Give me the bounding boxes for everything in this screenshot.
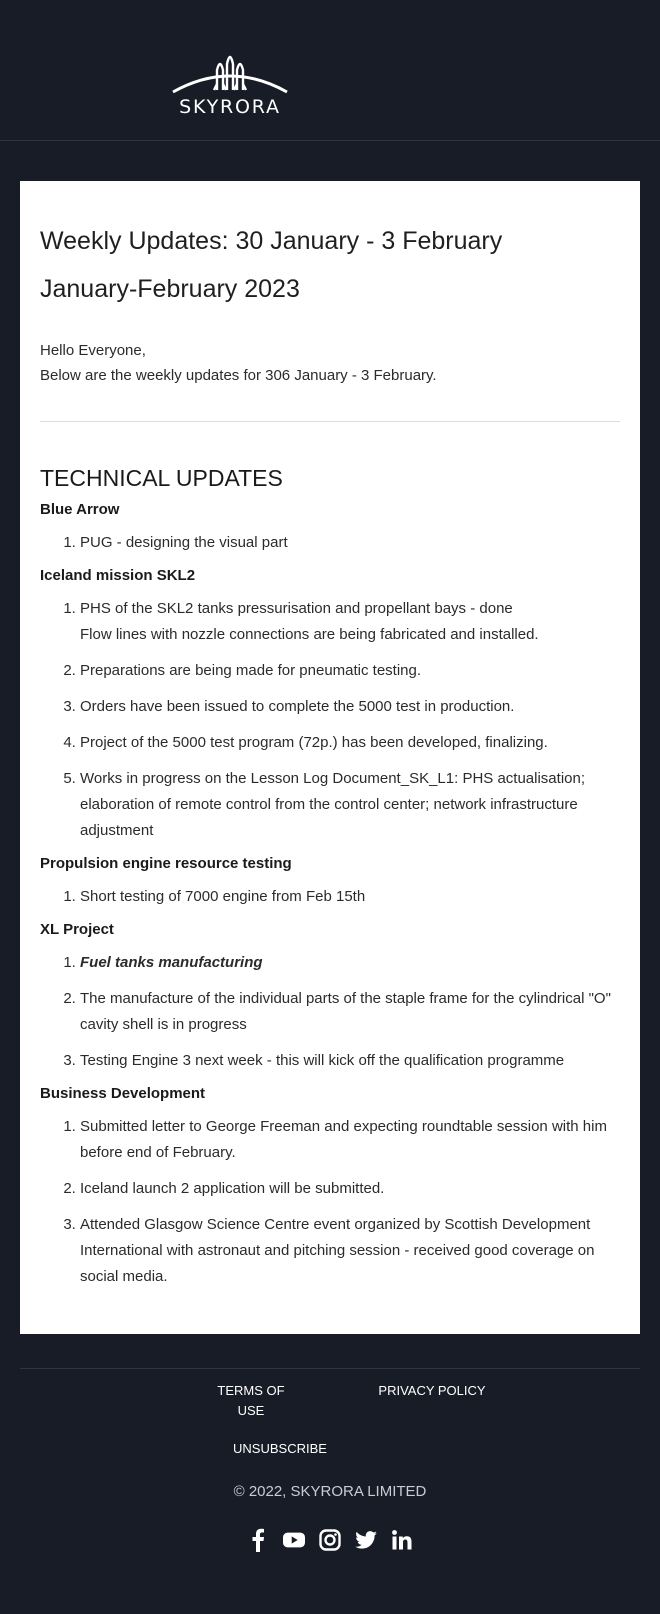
list-iceland-mission: PHS of the SKL2 tanks pressurisation and… bbox=[40, 596, 620, 844]
list-item: Orders have been issued to complete the … bbox=[80, 694, 620, 720]
terms-of-use-link[interactable]: TERMS OF USE bbox=[216, 1381, 286, 1421]
email-footer: TERMS OF USE PRIVACY POLICY UNSUBSCRIBE … bbox=[20, 1368, 640, 1609]
list-item: Testing Engine 3 next week - this will k… bbox=[80, 1048, 620, 1074]
section-heading: TECHNICAL UPDATES bbox=[40, 465, 283, 491]
list-item: Attended Glasgow Science Centre event or… bbox=[80, 1212, 620, 1290]
list-item: Project of the 5000 test program (72p.) … bbox=[80, 730, 620, 756]
intro-paragraph: Below are the weekly updates for 306 Jan… bbox=[40, 367, 437, 384]
email-header: SKYRORA bbox=[0, 0, 660, 141]
brand-wordmark: SKYRORA bbox=[179, 96, 281, 118]
list-item: PUG - designing the visual part bbox=[80, 530, 620, 556]
intro-text: Hello Everyone, Below are the weekly upd… bbox=[40, 338, 437, 388]
privacy-policy-link[interactable]: PRIVACY POLICY bbox=[372, 1381, 492, 1401]
facebook-icon[interactable] bbox=[247, 1527, 269, 1553]
list-item: Iceland launch 2 application will be sub… bbox=[80, 1176, 620, 1202]
skyrora-logo[interactable]: SKYRORA bbox=[165, 50, 295, 122]
copyright-text: © 2022, SKYRORA LIMITED bbox=[233, 1483, 427, 1500]
technical-updates-section: TECHNICAL UPDATES Blue Arrow PUG - desig… bbox=[40, 465, 620, 1300]
list-item-text: PHS of the SKL2 tanks pressurisation and… bbox=[80, 600, 513, 617]
unsubscribe-link[interactable]: UNSUBSCRIBE bbox=[210, 1439, 350, 1459]
linkedin-icon[interactable] bbox=[391, 1527, 413, 1553]
list-xl-project: Fuel tanks manufacturing The manufacture… bbox=[40, 950, 620, 1074]
rocket-logo-icon bbox=[172, 55, 288, 94]
group-title-xl-project: XL Project bbox=[40, 921, 114, 938]
list-item-subline: Flow lines with nozzle connections are b… bbox=[80, 626, 539, 643]
group-title-blue-arrow: Blue Arrow bbox=[40, 501, 120, 518]
group-title-iceland-mission: Iceland mission SKL2 bbox=[40, 567, 196, 584]
list-item: Short testing of 7000 engine from Feb 15… bbox=[80, 884, 620, 910]
greeting: Hello Everyone, bbox=[40, 342, 146, 359]
twitter-icon[interactable] bbox=[355, 1527, 377, 1553]
social-links bbox=[20, 1527, 640, 1553]
list-item: Preparations are being made for pneumati… bbox=[80, 658, 620, 684]
list-item: PHS of the SKL2 tanks pressurisation and… bbox=[80, 596, 620, 648]
newsletter-card: Weekly Updates: 30 January - 3 February … bbox=[20, 181, 640, 1334]
instagram-icon[interactable] bbox=[319, 1527, 341, 1553]
list-blue-arrow: PUG - designing the visual part bbox=[40, 530, 620, 556]
list-business-development: Submitted letter to George Freeman and e… bbox=[40, 1114, 620, 1290]
list-propulsion: Short testing of 7000 engine from Feb 15… bbox=[40, 884, 620, 910]
list-item: Fuel tanks manufacturing bbox=[80, 950, 620, 976]
youtube-icon[interactable] bbox=[283, 1527, 305, 1553]
divider bbox=[40, 421, 620, 422]
page-subtitle: January-February 2023 bbox=[40, 275, 300, 303]
list-item: Submitted letter to George Freeman and e… bbox=[80, 1114, 620, 1166]
list-item: The manufacture of the individual parts … bbox=[80, 986, 620, 1038]
page-title: Weekly Updates: 30 January - 3 February bbox=[40, 227, 503, 255]
group-title-business-development: Business Development bbox=[40, 1085, 206, 1102]
list-item-emphasis: Fuel tanks manufacturing bbox=[80, 954, 263, 971]
group-title-propulsion: Propulsion engine resource testing bbox=[40, 855, 292, 872]
list-item: Works in progress on the Lesson Log Docu… bbox=[80, 766, 620, 844]
